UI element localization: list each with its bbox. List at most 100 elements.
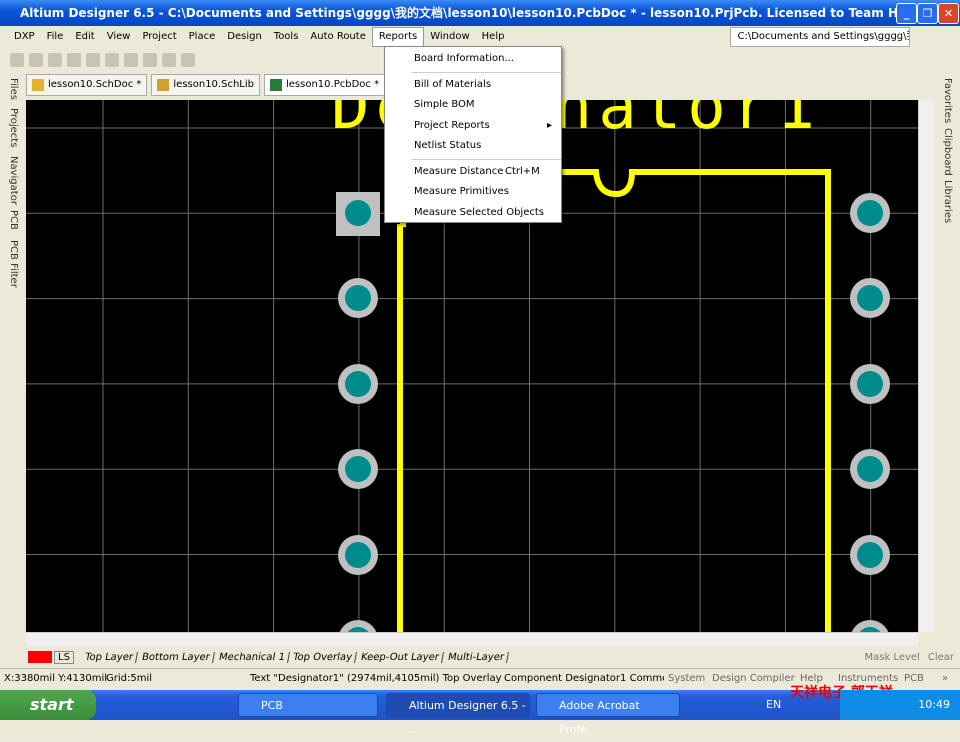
panel-button-pcb[interactable]: PCB: [904, 669, 924, 689]
tab-label: lesson10.PcbDoc *: [285, 79, 380, 90]
grid-size: Grid:5mil: [106, 673, 153, 684]
menu-design[interactable]: Design: [221, 28, 268, 46]
pad: [345, 456, 371, 482]
menu-item-simple-bom[interactable]: Simple BOM: [385, 95, 561, 116]
clear-button[interactable]: Clear: [928, 652, 954, 663]
zoom-area-icon[interactable]: [143, 53, 157, 67]
more-panels-button[interactable]: »: [942, 669, 948, 689]
3d-icon[interactable]: [105, 53, 119, 67]
menu-item-measure-distance[interactable]: Measure Distance Ctrl+M: [385, 162, 561, 183]
menu-item-measure-selected-objects[interactable]: Measure Selected Objects: [385, 203, 561, 224]
task-pcb[interactable]: PCB: [238, 693, 378, 717]
layer-tab-top[interactable]: Top Layer: [80, 651, 138, 663]
horizontal-scrollbar[interactable]: [26, 632, 918, 646]
path-combo[interactable]: C:\Documents and Settings\gggg\我的: [730, 27, 911, 47]
layer-tab-multilayer[interactable]: Multi-Layer: [444, 651, 510, 663]
start-label: start: [30, 695, 74, 714]
task-acrobat[interactable]: Adobe Acrobat Profe...: [536, 693, 680, 736]
save-icon[interactable]: [48, 53, 62, 67]
menu-dxp[interactable]: DXP: [8, 28, 41, 46]
menu-project[interactable]: Project: [136, 28, 182, 46]
item-label: Netlist Status: [414, 140, 482, 151]
start-button[interactable]: start: [0, 690, 96, 720]
menu-item-project-reports[interactable]: Project Reports ▸: [385, 116, 561, 137]
panel-tab-files[interactable]: Files: [6, 78, 20, 100]
layer-set-button[interactable]: LS: [54, 650, 74, 664]
vertical-scrollbar[interactable]: [918, 100, 934, 632]
tab-schlib[interactable]: lesson10.SchLib: [151, 74, 260, 96]
menu-item-bill-of-materials[interactable]: Bill of Materials: [385, 75, 561, 96]
layer-tab-top-overlay[interactable]: Top Overlay: [289, 651, 358, 663]
pad: [857, 542, 883, 568]
pad: [857, 285, 883, 311]
panel-tab-projects[interactable]: Projects: [6, 108, 20, 147]
tab-label: lesson10.SchDoc *: [48, 79, 142, 90]
layer-tab-keepout[interactable]: Keep-Out Layer: [357, 651, 445, 663]
pcb-icon: [269, 79, 282, 91]
language-indicator[interactable]: EN: [766, 698, 781, 711]
zoom-fit-icon[interactable]: [124, 53, 138, 67]
reports-menu: Board Information... Bill of Materials S…: [384, 46, 562, 223]
task-label: PCB: [261, 699, 283, 712]
panel-button-system[interactable]: System: [668, 669, 705, 689]
zoom-filter-icon[interactable]: [181, 53, 195, 67]
pad: [345, 542, 371, 568]
menu-auto-route[interactable]: Auto Route: [304, 28, 371, 46]
tab-pcbdoc[interactable]: lesson10.PcbDoc *: [263, 74, 386, 96]
taskbar: start PCB Altium Designer 6.5 - ... Adob…: [0, 685, 960, 736]
pad: [857, 200, 883, 226]
menu-item-netlist-status[interactable]: Netlist Status: [385, 136, 561, 157]
menu-reports[interactable]: Reports: [371, 27, 425, 47]
layer-tab-bottom[interactable]: Bottom Layer: [137, 651, 215, 663]
menu-tools[interactable]: Tools: [268, 28, 305, 46]
pad: [345, 285, 371, 311]
print-preview-icon[interactable]: [86, 53, 100, 67]
menu-view[interactable]: View: [101, 28, 137, 46]
system-tray: 10:49: [840, 690, 960, 720]
panel-tab-favorites[interactable]: Favorites: [940, 78, 954, 123]
new-icon[interactable]: [10, 53, 24, 67]
menu-edit[interactable]: Edit: [69, 28, 100, 46]
print-icon[interactable]: [67, 53, 81, 67]
title-bar: Altium Designer 6.5 - C:\Documents and S…: [0, 0, 960, 26]
panel-tab-libraries[interactable]: Libraries: [940, 180, 954, 223]
panel-button-design-compiler[interactable]: Design Compiler: [712, 669, 795, 689]
library-icon: [157, 79, 170, 91]
left-panel-tabs: Files Projects Navigator PCB PCB Filter: [0, 72, 26, 646]
tab-schdoc[interactable]: lesson10.SchDoc *: [26, 74, 148, 96]
maximize-button[interactable]: ❐: [917, 3, 938, 24]
panel-tab-pcb-filter[interactable]: PCB Filter: [6, 240, 20, 288]
component-outline: [397, 169, 831, 632]
schematic-icon: [32, 79, 44, 91]
menu-window[interactable]: Window: [424, 28, 475, 46]
panel-tab-navigator[interactable]: Navigator: [6, 156, 20, 205]
item-label: Project Reports: [414, 119, 490, 131]
task-label: Adobe Acrobat Profe...: [559, 699, 640, 736]
panel-tab-pcb[interactable]: PCB: [6, 210, 20, 230]
minimize-button[interactable]: _: [896, 3, 917, 24]
panel-tab-clipboard[interactable]: Clipboard: [940, 128, 954, 176]
zoom-selected-icon[interactable]: [162, 53, 176, 67]
close-button[interactable]: ✕: [938, 3, 959, 24]
selection-info: Text "Designator1" (2974mil,4105mil) Top…: [250, 673, 502, 684]
menu-help[interactable]: Help: [476, 28, 511, 46]
item-label: Bill of Materials: [414, 78, 492, 90]
task-label: Altium Designer 6.5 - ...: [409, 699, 526, 736]
submenu-arrow-icon: ▸: [547, 119, 553, 131]
current-layer-color: [28, 651, 52, 663]
right-panel-tabs: Favorites Clipboard Libraries: [934, 72, 960, 646]
menu-item-board-information[interactable]: Board Information...: [385, 49, 561, 70]
menu-item-measure-primitives[interactable]: Measure Primitives: [385, 182, 561, 203]
window-title: Altium Designer 6.5 - C:\Documents and S…: [20, 6, 907, 20]
item-label: Board Information...: [414, 53, 514, 64]
layer-tab-mechanical1[interactable]: Mechanical 1: [214, 651, 290, 663]
task-altium[interactable]: Altium Designer 6.5 - ...: [386, 693, 530, 736]
menu-place[interactable]: Place: [183, 28, 222, 46]
item-label: Measure Distance: [414, 165, 504, 177]
menu-file[interactable]: File: [41, 28, 70, 46]
item-label: Measure Selected Objects: [414, 206, 544, 218]
open-icon[interactable]: [29, 53, 43, 67]
pad: [857, 371, 883, 397]
mask-level-button[interactable]: Mask Level: [865, 652, 920, 663]
cursor-coordinates: X:3380mil Y:4130mil: [4, 673, 108, 684]
